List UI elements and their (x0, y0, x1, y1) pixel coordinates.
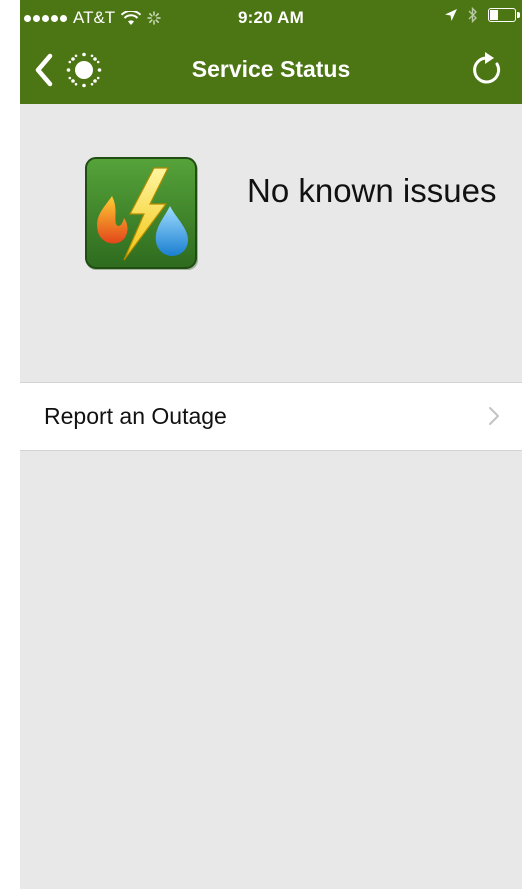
divider (20, 450, 522, 451)
gas-electric-water-icon (85, 157, 198, 270)
location-arrow-icon (445, 9, 457, 21)
refresh-button[interactable] (468, 50, 508, 90)
service-status-text: No known issues (247, 172, 497, 209)
service-status-panel: No known issues (20, 104, 522, 382)
report-outage-row[interactable]: Report an Outage (20, 383, 522, 450)
chevron-right-icon (489, 407, 499, 425)
nav-bar: Service Status (20, 40, 522, 104)
bluetooth-icon (468, 7, 477, 23)
status-right (444, 7, 520, 23)
page-title: Service Status (191, 56, 351, 82)
battery-icon (488, 8, 520, 22)
report-outage-label: Report an Outage (44, 403, 227, 429)
status-bar: AT&T 9:20 AM (20, 0, 522, 38)
app-header: AT&T 9:20 AM Service Status (20, 0, 522, 104)
refresh-icon (473, 52, 501, 84)
app-screen: AT&T 9:20 AM Service Status No known iss… (20, 0, 522, 889)
